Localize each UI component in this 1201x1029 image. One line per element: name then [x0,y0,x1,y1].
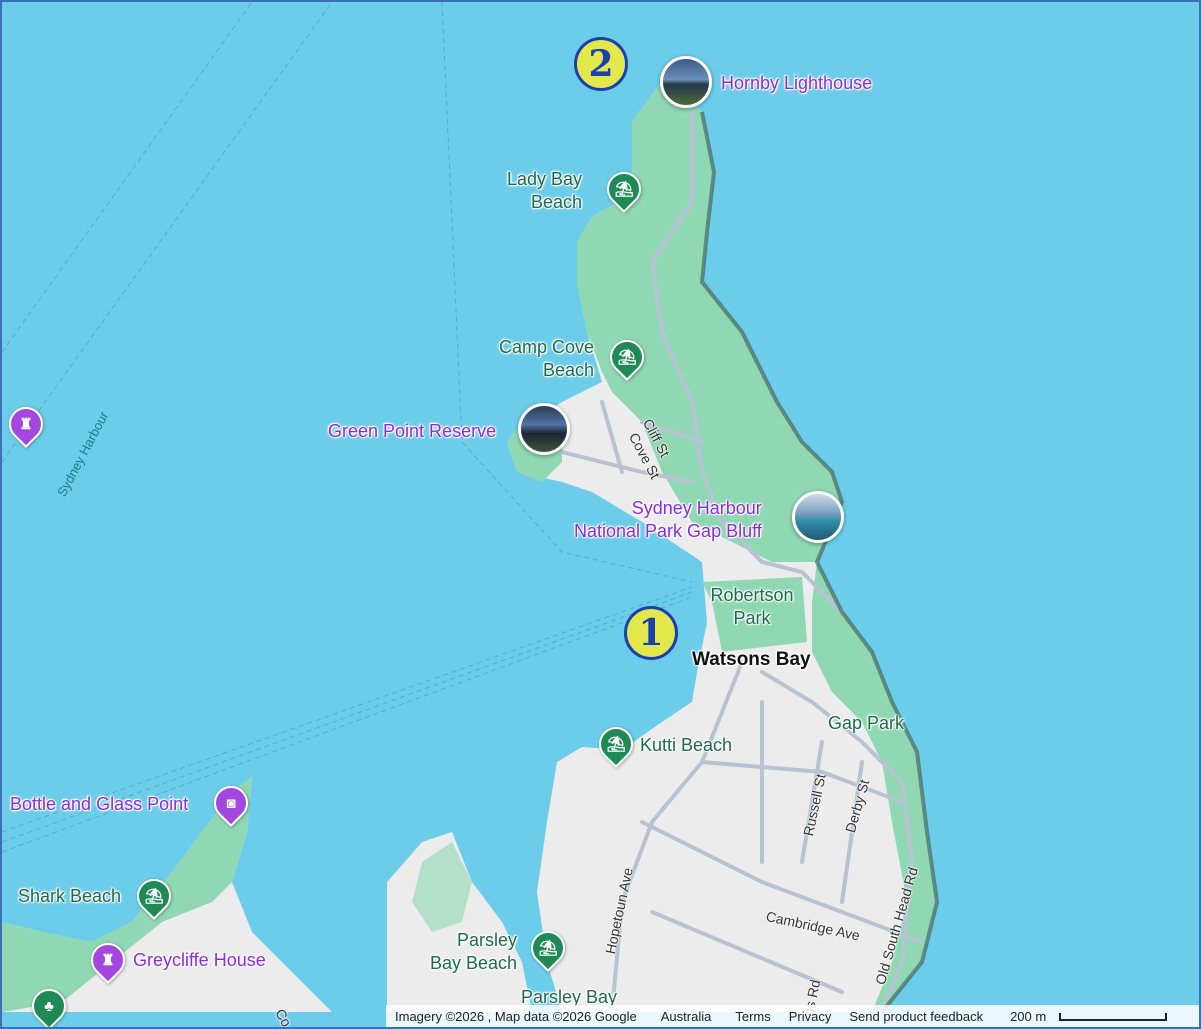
scale-indicator[interactable]: 200 m [992,1009,1176,1024]
lady-bay-beach-label-line2: Beach [531,192,583,212]
lady-bay-beach-label[interactable]: Lady Bay Beach [507,168,582,214]
imagery-attribution: Imagery ©2026 , Map data ©2026 Google [395,1008,637,1024]
beach-umbrella-icon: ⛱ [538,940,558,957]
beach-umbrella-icon: ⛱ [606,736,626,753]
robertson-park-label-line1: Robertson [710,585,794,605]
terms-link[interactable]: Terms [726,1009,779,1024]
map-footer: Imagery ©2026 , Map data ©2026 Google Au… [386,1005,1199,1027]
greycliffe-house-label[interactable]: Greycliffe House [133,949,266,972]
feedback-link[interactable]: Send product feedback [840,1009,992,1024]
marker-1[interactable]: 1 [624,606,678,660]
green-point-reserve-label[interactable]: Green Point Reserve [328,420,496,443]
gap-park-label[interactable]: Gap Park [828,712,904,735]
bottle-glass-point-label[interactable]: Bottle and Glass Point [10,793,188,816]
robertson-park-label[interactable]: Robertson Park [702,584,802,630]
country-label: Australia [660,1008,712,1024]
lady-bay-beach-label-line1: Lady Bay [507,169,583,189]
gap-bluff-label[interactable]: Sydney Harbour National Park Gap Bluff [574,497,762,543]
camp-cove-beach-label-line2: Beach [543,360,595,380]
parsley-bay-beach-label-line2: Bay Beach [430,953,518,973]
scale-bar [1059,1013,1168,1022]
hornby-lighthouse-label[interactable]: Hornby Lighthouse [721,72,872,95]
castle-icon: ♜ [19,416,33,433]
parsley-bay-beach-label-line1: Parsley [457,930,518,950]
hornby-lighthouse-photo-pin[interactable] [660,56,712,108]
gap-bluff-photo-pin[interactable] [792,491,844,543]
map-canvas[interactable]: Sydney Harbour Cliff St Cove St Hopetoun… [0,0,1201,1029]
beach-umbrella-icon: ⛱ [617,349,637,366]
kutti-beach-label[interactable]: Kutti Beach [640,734,732,757]
gap-bluff-label-line1: Sydney Harbour [631,498,762,518]
beach-umbrella-icon: ⛱ [144,888,164,905]
castle-icon: ♜ [101,952,115,969]
camera-icon: ◙ [226,794,236,812]
camp-cove-beach-label[interactable]: Camp Cove Beach [499,336,594,382]
gap-bluff-label-line2: National Park Gap Bluff [574,521,762,541]
watsons-bay-label[interactable]: Watsons Bay [692,648,811,671]
green-point-reserve-photo-pin[interactable] [518,403,570,455]
beach-umbrella-icon: ⛱ [614,181,634,198]
tree-icon: ♣ [44,997,54,1015]
parsley-bay-beach-label[interactable]: Parsley Bay Beach [430,929,517,975]
scale-label: 200 m [1010,1008,1047,1024]
privacy-link[interactable]: Privacy [780,1009,841,1024]
shark-beach-label[interactable]: Shark Beach [18,885,121,908]
marker-2[interactable]: 2 [574,37,628,91]
robertson-park-label-line2: Park [733,608,771,628]
camp-cove-beach-label-line1: Camp Cove [499,337,595,357]
